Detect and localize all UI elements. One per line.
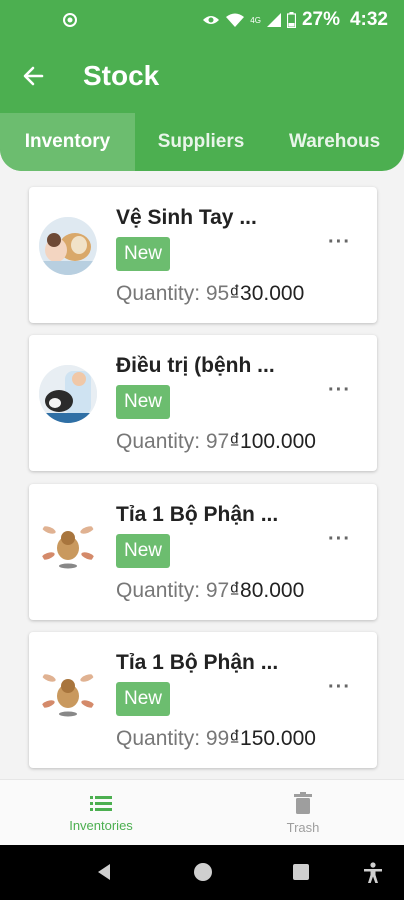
tab-bar: Inventory Suppliers Warehous xyxy=(0,113,404,171)
more-options-icon[interactable]: ··· xyxy=(328,676,351,699)
battery-icon xyxy=(286,12,296,28)
item-price: ₫100.000 xyxy=(229,430,316,453)
item-name: Điều trị (bệnh ... xyxy=(116,354,275,377)
more-options-icon[interactable]: ··· xyxy=(328,379,351,402)
status-badge: New xyxy=(116,385,170,419)
inventory-list: Vệ Sinh Tay ... New Quantity: 95₫30.000 … xyxy=(0,171,404,779)
quantity-label: Quantity: 97 xyxy=(116,430,230,453)
location-status-icon xyxy=(63,13,77,27)
quantity-label: Quantity: 99 xyxy=(116,727,230,750)
page-title: Stock xyxy=(83,60,160,91)
status-badge: New xyxy=(116,237,170,271)
system-recents-icon[interactable] xyxy=(291,862,311,882)
more-options-icon[interactable]: ··· xyxy=(328,231,351,254)
item-avatar xyxy=(39,365,97,423)
dog-photo-icon xyxy=(39,217,97,275)
vet-photo-icon xyxy=(39,365,97,423)
item-name: Vệ Sinh Tay ... xyxy=(116,206,257,229)
grooming-photo-icon xyxy=(39,662,97,720)
item-quantity: Quantity: 97₫100.000 xyxy=(116,430,316,454)
accessibility-icon[interactable] xyxy=(363,862,383,884)
item-price: ₫30.000 xyxy=(229,282,305,305)
tab-inventory[interactable]: Inventory xyxy=(0,113,135,171)
inventory-item-card[interactable]: Vệ Sinh Tay ... New Quantity: 95₫30.000 … xyxy=(29,187,377,323)
quantity-label: Quantity: 95 xyxy=(116,282,230,305)
item-quantity: Quantity: 95₫30.000 xyxy=(116,282,304,306)
nav-inventories[interactable]: Inventories xyxy=(0,780,202,846)
tab-warehouse[interactable]: Warehous xyxy=(267,113,404,171)
network-type: 4G xyxy=(250,15,261,25)
wifi-icon xyxy=(226,13,245,27)
tab-suppliers[interactable]: Suppliers xyxy=(135,113,267,171)
inventory-item-card[interactable]: Điều trị (bệnh ... New Quantity: 97₫100.… xyxy=(29,335,377,471)
item-quantity: Quantity: 99₫150.000 xyxy=(116,727,316,751)
grooming-photo-icon xyxy=(39,514,97,572)
inventory-item-card[interactable]: Tỉa 1 Bộ Phận ... New Quantity: 97₫80.00… xyxy=(29,484,377,620)
item-quantity: Quantity: 97₫80.000 xyxy=(116,579,304,603)
item-price: ₫150.000 xyxy=(229,727,316,750)
nav-trash[interactable]: Trash xyxy=(202,780,404,846)
item-name: Tỉa 1 Bộ Phận ... xyxy=(116,651,279,674)
status-badge: New xyxy=(116,534,170,568)
system-back-icon[interactable] xyxy=(94,862,114,882)
more-options-icon[interactable]: ··· xyxy=(328,528,351,551)
item-price: ₫80.000 xyxy=(229,579,305,602)
status-bar: 4G 27% 4:32 xyxy=(0,0,404,40)
quantity-label: Quantity: 97 xyxy=(116,579,230,602)
eye-status-icon xyxy=(203,16,220,24)
item-name: Tỉa 1 Bộ Phận ... xyxy=(116,503,279,526)
bottom-navigation: Inventories Trash xyxy=(0,779,404,845)
app-bar: Stock Inventory Suppliers Warehous xyxy=(0,40,404,171)
nav-trash-label: Trash xyxy=(286,819,320,835)
system-home-icon[interactable] xyxy=(193,862,213,882)
system-navigation-bar xyxy=(0,845,404,900)
item-avatar xyxy=(39,217,97,275)
clock: 4:32 xyxy=(349,9,388,30)
trash-icon xyxy=(294,791,312,814)
signal-icon xyxy=(266,13,281,27)
inventory-item-card[interactable]: Tỉa 1 Bộ Phận ... New Quantity: 99₫150.0… xyxy=(29,632,377,768)
back-arrow-icon[interactable] xyxy=(20,62,48,90)
nav-inventories-label: Inventories xyxy=(69,817,133,833)
status-badge: New xyxy=(116,682,170,716)
item-avatar xyxy=(39,662,97,720)
item-avatar xyxy=(39,514,97,572)
list-icon xyxy=(90,795,112,811)
battery-percent: 27% xyxy=(301,9,340,30)
